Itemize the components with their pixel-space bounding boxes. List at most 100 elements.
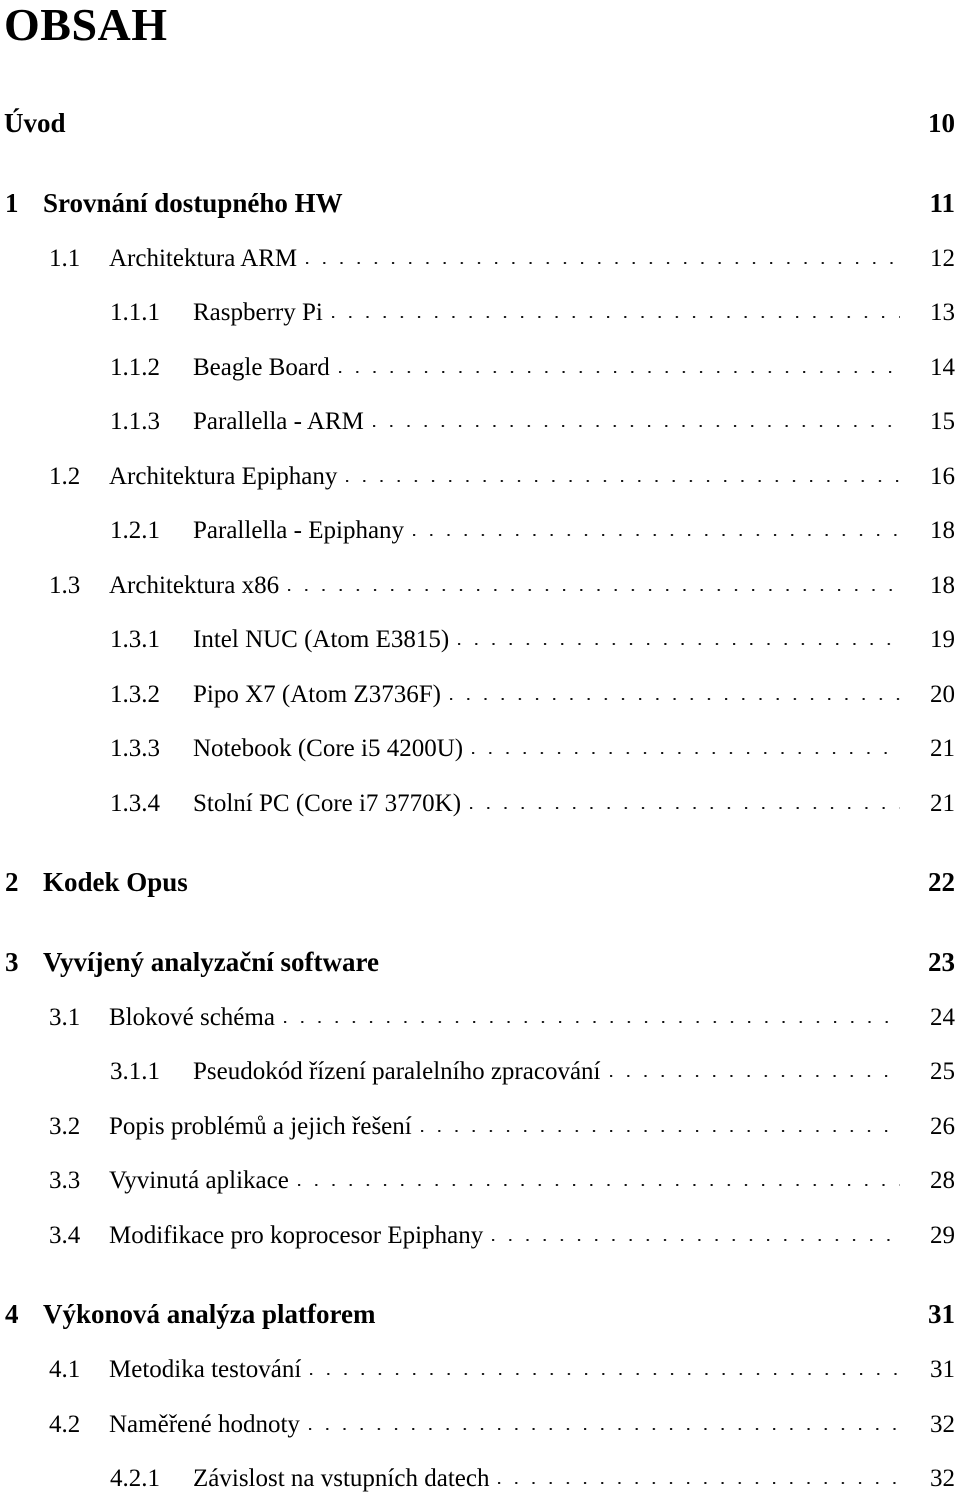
toc-entry-page-number: 19	[930, 626, 955, 654]
toc-dot-leader	[385, 1304, 900, 1331]
toc-entry[interactable]: 1.1 Architektura ARM 12	[4, 245, 955, 275]
toc-entry-list: Úvod 10 1 Srovnání dostupného HW 11 1.1 Archit…	[4, 108, 955, 1495]
toc-entry[interactable]: 4.1 Metodika testování 31	[4, 1356, 955, 1386]
toc-entry-page-number: 29	[930, 1221, 955, 1249]
toc-dot-leader	[288, 576, 900, 601]
toc-dot-leader	[372, 413, 900, 438]
toc-entry-page-number: 26	[930, 1112, 955, 1140]
toc-entry-number: 3.4	[49, 1221, 81, 1249]
toc-entry-number: 2	[5, 867, 19, 898]
toc-dot-leader	[197, 872, 900, 899]
toc-entry-page-number: 32	[930, 1410, 955, 1438]
toc-dot-leader	[283, 1008, 900, 1033]
toc-entry-page-number: 22	[928, 867, 955, 898]
toc-entry-label: Architektura Epiphany	[109, 462, 338, 490]
toc-entry-label: Beagle Board	[193, 353, 330, 381]
toc-entry-page-number: 14	[930, 353, 955, 381]
toc-entry[interactable]: 3.4 Modifikace pro koprocesor Epiphany 29	[4, 1222, 955, 1252]
toc-entry[interactable]: 1.3.3 Notebook (Core i5 4200U) 21	[4, 735, 955, 765]
toc-entry[interactable]: 3.1 Blokové schéma 24	[4, 1004, 955, 1034]
toc-entry[interactable]: 1.2 Architektura Epiphany 16	[4, 463, 955, 493]
toc-entry-page-number: 21	[930, 789, 955, 817]
toc-entry-page-number: 20	[930, 680, 955, 708]
toc-page: OBSAH Úvod 10 1 Srovnání dostupného HW 11 1.1…	[0, 0, 960, 1509]
toc-entry-label: Výkonová analýza platforem	[43, 1299, 376, 1330]
toc-entry[interactable]: 4.2 Naměřené hodnoty 32	[4, 1411, 955, 1441]
toc-entry[interactable]: 4 Výkonová analýza platforem 31	[4, 1299, 955, 1331]
toc-entry[interactable]: 1.3.2 Pipo X7 (Atom Z3736F) 20	[4, 681, 955, 711]
toc-entry[interactable]: 3.2 Popis problémů a jejich řešení 26	[4, 1113, 955, 1143]
toc-dot-leader	[388, 952, 900, 979]
toc-entry-page-number: 31	[930, 1356, 955, 1384]
toc-entry-page-number: 28	[930, 1167, 955, 1195]
toc-entry-page-number: 32	[930, 1465, 955, 1493]
toc-dot-leader	[75, 113, 900, 140]
toc-entry-label: Vyvíjený analyzační software	[43, 947, 379, 978]
toc-entry[interactable]: Úvod 10	[4, 108, 955, 140]
toc-entry-number: 1.3.3	[110, 735, 160, 763]
toc-entry[interactable]: 3.3 Vyvinutá aplikace 28	[4, 1167, 955, 1197]
toc-entry-label: Parallella - Epiphany	[193, 517, 405, 545]
toc-dot-leader	[310, 1361, 900, 1386]
toc-entry-label: Raspberry Pi	[193, 299, 323, 327]
toc-entry-page-number: 15	[930, 408, 955, 436]
toc-entry-number: 3.1	[49, 1003, 81, 1031]
toc-entry-page-number: 24	[930, 1003, 955, 1031]
toc-entry-label: Modifikace pro koprocesor Epiphany	[109, 1221, 484, 1249]
toc-entry-label: Pipo X7 (Atom Z3736F)	[193, 680, 441, 708]
toc-entry[interactable]: 2 Kodek Opus 22	[4, 867, 955, 899]
toc-dot-leader	[472, 740, 900, 765]
toc-dot-leader	[338, 358, 900, 383]
toc-entry-label: Stolní PC (Core i7 3770K)	[193, 789, 462, 817]
toc-entry-number: 4.1	[49, 1356, 81, 1384]
page-title: OBSAH	[4, 0, 168, 50]
toc-entry[interactable]: 3 Vyvíjený analyzační software 23	[4, 947, 955, 979]
toc-dot-leader	[346, 467, 900, 492]
toc-entry[interactable]: 1.1.1 Raspberry Pi 13	[4, 299, 955, 329]
toc-entry[interactable]: 4.2.1 Závislost na vstupních datech 32	[4, 1465, 955, 1495]
toc-entry-number: 1.3.4	[110, 789, 160, 817]
toc-entry-page-number: 18	[930, 517, 955, 545]
toc-entry-page-number: 23	[928, 947, 955, 978]
toc-entry-number: 1.1.1	[110, 299, 160, 327]
toc-dot-leader	[297, 1172, 900, 1197]
toc-entry-label: Popis problémů a jejich řešení	[109, 1112, 412, 1140]
toc-entry[interactable]: 1.3 Architektura x86 18	[4, 572, 955, 602]
toc-entry-number: 4	[5, 1299, 19, 1330]
toc-entry[interactable]: 1.1.3 Parallella - ARM 15	[4, 408, 955, 438]
toc-entry-number: 1.2.1	[110, 517, 160, 545]
toc-entry-page-number: 18	[930, 571, 955, 599]
toc-entry[interactable]: 1.3.4 Stolní PC (Core i7 3770K) 21	[4, 790, 955, 820]
toc-entry-label: Naměřené hodnoty	[109, 1410, 300, 1438]
toc-entry-number: 1.3.2	[110, 680, 160, 708]
toc-entry[interactable]: 1.3.1 Intel NUC (Atom E3815) 19	[4, 626, 955, 656]
toc-dot-leader	[470, 794, 900, 819]
toc-entry-page-number: 31	[928, 1299, 955, 1330]
toc-entry-label: Úvod	[4, 108, 66, 138]
toc-dot-leader	[420, 1117, 900, 1142]
toc-entry-label: Blokové schéma	[109, 1003, 275, 1031]
toc-entry-number: 1.1.3	[110, 408, 160, 436]
toc-entry-number: 1.1	[49, 244, 81, 272]
toc-entry-number: 1.3.1	[110, 626, 160, 654]
toc-entry-page-number: 11	[929, 187, 955, 218]
toc-dot-leader	[449, 685, 900, 710]
toc-dot-leader	[308, 1415, 900, 1440]
toc-entry-label: Vyvinutá aplikace	[109, 1167, 289, 1195]
toc-entry-number: 1	[5, 187, 19, 218]
toc-entry-page-number: 10	[928, 108, 955, 138]
toc-entry-page-number: 21	[930, 735, 955, 763]
toc-entry[interactable]: 1.2.1 Parallella - Epiphany 18	[4, 517, 955, 547]
toc-entry-label: Architektura x86	[109, 571, 280, 599]
toc-entry-label: Architektura ARM	[109, 244, 298, 272]
toc-entry[interactable]: 3.1.1 Pseudokód řízení paralelního zpraco…	[4, 1058, 955, 1088]
toc-dot-leader	[306, 249, 900, 274]
toc-entry-number: 1.1.2	[110, 353, 160, 381]
toc-entry-number: 1.3	[49, 571, 81, 599]
toc-entry-page-number: 13	[930, 299, 955, 327]
toc-entry[interactable]: 1.1.2 Beagle Board 14	[4, 354, 955, 384]
toc-entry-label: Notebook (Core i5 4200U)	[193, 735, 464, 763]
toc-dot-leader	[458, 631, 900, 656]
toc-entry[interactable]: 1 Srovnání dostupného HW 11	[4, 188, 955, 220]
toc-dot-leader	[498, 1470, 900, 1495]
